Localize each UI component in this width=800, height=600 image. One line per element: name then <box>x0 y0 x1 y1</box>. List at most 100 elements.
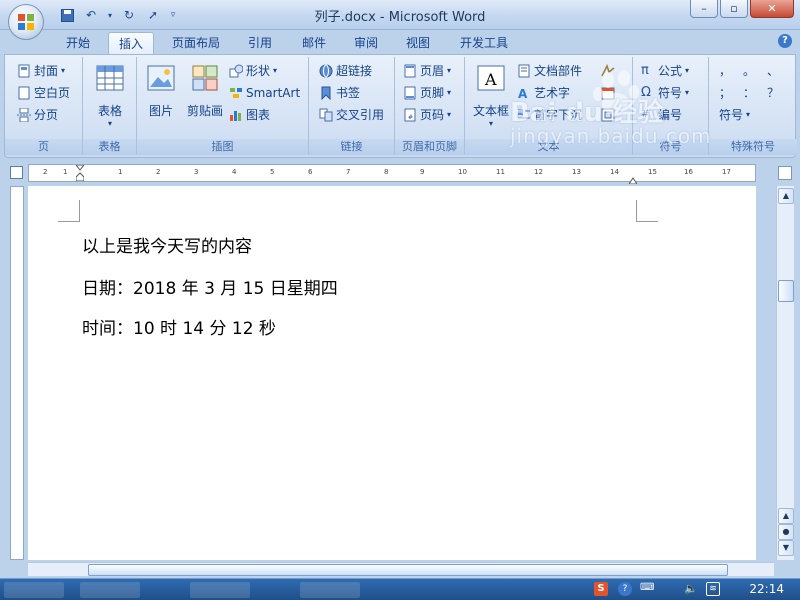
sogou-ime-icon[interactable]: S <box>594 582 608 596</box>
hyperlink-button[interactable]: 超链接 <box>319 61 372 81</box>
previous-page-icon[interactable]: ▲ <box>778 508 794 524</box>
margin-corner-mark <box>636 200 658 222</box>
document-line[interactable]: 以上是我今天写的内容 <box>82 232 252 257</box>
taskbar-clock[interactable]: 22:14 <box>749 582 784 596</box>
tab-review[interactable]: 审阅 <box>344 32 388 54</box>
date-time-icon[interactable] <box>601 83 615 103</box>
picture-button[interactable]: 图片 <box>143 63 179 119</box>
symbol-button[interactable]: Ω 符号 ▾ <box>641 83 689 103</box>
omega-icon: Ω <box>641 85 651 100</box>
equation-button[interactable]: π 公式 ▾ <box>641 61 689 81</box>
special-symbol-button[interactable]: 符号 ▾ <box>719 105 750 125</box>
wordart-button[interactable]: A 艺术字 <box>517 83 570 103</box>
svg-text:A: A <box>484 70 497 89</box>
indent-marker-icon[interactable] <box>74 164 86 182</box>
header-button[interactable]: 页眉 ▾ <box>403 61 451 81</box>
group-page-label: 页 <box>5 139 82 155</box>
special-char-period[interactable]: 。 <box>743 61 755 81</box>
tab-references[interactable]: 引用 <box>238 32 282 54</box>
vertical-ruler[interactable] <box>10 186 24 560</box>
chart-label: 图表 <box>246 108 271 122</box>
quick-parts-label: 文档部件 <box>534 64 583 78</box>
picture-icon <box>147 65 175 91</box>
special-char-question[interactable]: ？ <box>767 83 779 103</box>
blank-page-button[interactable]: 空白页 <box>17 83 70 103</box>
cover-page-button[interactable]: 封面 ▾ <box>17 61 65 81</box>
horizontal-scroll-thumb[interactable] <box>88 564 728 576</box>
network-icon[interactable]: ≋ <box>706 582 720 596</box>
insert-object-icon[interactable] <box>601 105 615 125</box>
taskbar-item[interactable] <box>300 582 360 598</box>
office-logo-icon <box>18 14 34 30</box>
document-line[interactable]: 时间：10 时 14 分 12 秒 <box>82 314 276 339</box>
signature-line-icon[interactable] <box>601 61 615 81</box>
chart-button[interactable]: 图表 <box>229 105 270 125</box>
clipart-button[interactable]: 剪贴画 <box>183 63 227 119</box>
bookmark-button[interactable]: 书签 <box>319 83 360 103</box>
tab-view[interactable]: 视图 <box>396 32 440 54</box>
taskbar-item[interactable] <box>190 582 250 598</box>
vertical-scroll-thumb[interactable] <box>778 280 794 302</box>
minimize-button[interactable]: – <box>690 0 718 18</box>
taskbar-item[interactable] <box>80 582 140 598</box>
numbering-button[interactable]: # 编号 <box>641 105 682 125</box>
textbox-button[interactable]: A 文本框 ▾ <box>469 63 513 128</box>
browse-object-icon[interactable]: ● <box>778 524 794 540</box>
special-char-enum-comma[interactable]: 、 <box>767 61 779 81</box>
tab-insert[interactable]: 插入 <box>108 32 155 54</box>
document-line[interactable]: 日期：2018 年 3 月 15 日星期四 <box>82 274 338 299</box>
special-char-comma[interactable]: ， <box>719 61 731 81</box>
tab-home[interactable]: 开始 <box>56 32 100 54</box>
horizontal-scrollbar[interactable] <box>28 562 774 576</box>
document-page[interactable]: 以上是我今天写的内容 日期：2018 年 3 月 15 日星期四 时间：10 时… <box>28 186 756 560</box>
ruler-tick: 3 <box>194 168 199 176</box>
special-char-colon[interactable]: ： <box>743 83 755 103</box>
ruler-tick: 7 <box>346 168 351 176</box>
cross-reference-label: 交叉引用 <box>336 108 385 122</box>
vertical-scrollbar[interactable]: ▲ ▲ ● ▼ <box>776 186 794 560</box>
smartart-button[interactable]: SmartArt <box>229 83 300 103</box>
numbering-icon: # <box>641 109 650 120</box>
header-label: 页眉 <box>420 64 445 78</box>
taskbar-item[interactable] <box>4 582 64 598</box>
tab-mailings[interactable]: 邮件 <box>292 32 336 54</box>
horizontal-ruler[interactable]: 2 1 1 2 3 4 5 6 7 8 9 10 11 12 13 14 15 … <box>28 164 756 185</box>
textbox-label: 文本框 <box>472 104 509 118</box>
page-number-button[interactable]: # 页码 ▾ <box>403 105 451 125</box>
ruler-tick: 4 <box>232 168 237 176</box>
tab-page-layout[interactable]: 页面布局 <box>162 32 230 54</box>
cross-reference-button[interactable]: 交叉引用 <box>319 105 384 125</box>
view-ruler-button[interactable] <box>778 166 792 180</box>
textbox-icon: A <box>477 65 505 91</box>
page-break-button[interactable]: 分页 <box>17 105 58 125</box>
drop-cap-button[interactable]: 首字下沉 <box>517 105 582 125</box>
cover-page-label: 封面 <box>34 64 59 78</box>
next-page-icon[interactable]: ▼ <box>778 540 794 556</box>
quick-parts-button[interactable]: 文档部件 <box>517 61 582 81</box>
tab-developer[interactable]: 开发工具 <box>450 32 518 54</box>
close-button[interactable]: ✕ <box>750 0 794 18</box>
svg-text:A: A <box>518 87 528 100</box>
office-button[interactable] <box>8 4 44 40</box>
ruler-tick: 1 <box>63 168 68 176</box>
volume-icon[interactable]: 🔈 <box>684 582 698 595</box>
right-indent-marker-icon[interactable] <box>628 173 638 185</box>
help-icon[interactable]: ? <box>778 34 792 48</box>
scroll-up-icon[interactable]: ▲ <box>778 188 794 204</box>
window-controls: – ▫ ✕ <box>690 0 794 18</box>
help-tray-icon[interactable]: ? <box>618 582 632 596</box>
taskbar: S ? ⌨ 🔈 ≋ 22:14 <box>0 578 800 600</box>
chart-icon <box>230 111 241 121</box>
shapes-button[interactable]: 形状 ▾ <box>229 61 277 81</box>
keyboard-tray-icon[interactable]: ⌨ <box>640 582 654 593</box>
pi-icon: π <box>641 63 649 78</box>
tab-stop-selector[interactable] <box>10 166 23 179</box>
maximize-button[interactable]: ▫ <box>720 0 748 18</box>
table-button[interactable]: 表格 ▾ <box>91 63 129 128</box>
footer-button[interactable]: 页脚 ▾ <box>403 83 451 103</box>
symbol-label: 符号 <box>658 86 683 100</box>
header-icon <box>404 64 416 78</box>
window-title: 列子.docx - Microsoft Word <box>314 10 486 25</box>
special-char-semicolon[interactable]: ； <box>719 83 731 103</box>
ruler-tick: 17 <box>722 168 731 176</box>
